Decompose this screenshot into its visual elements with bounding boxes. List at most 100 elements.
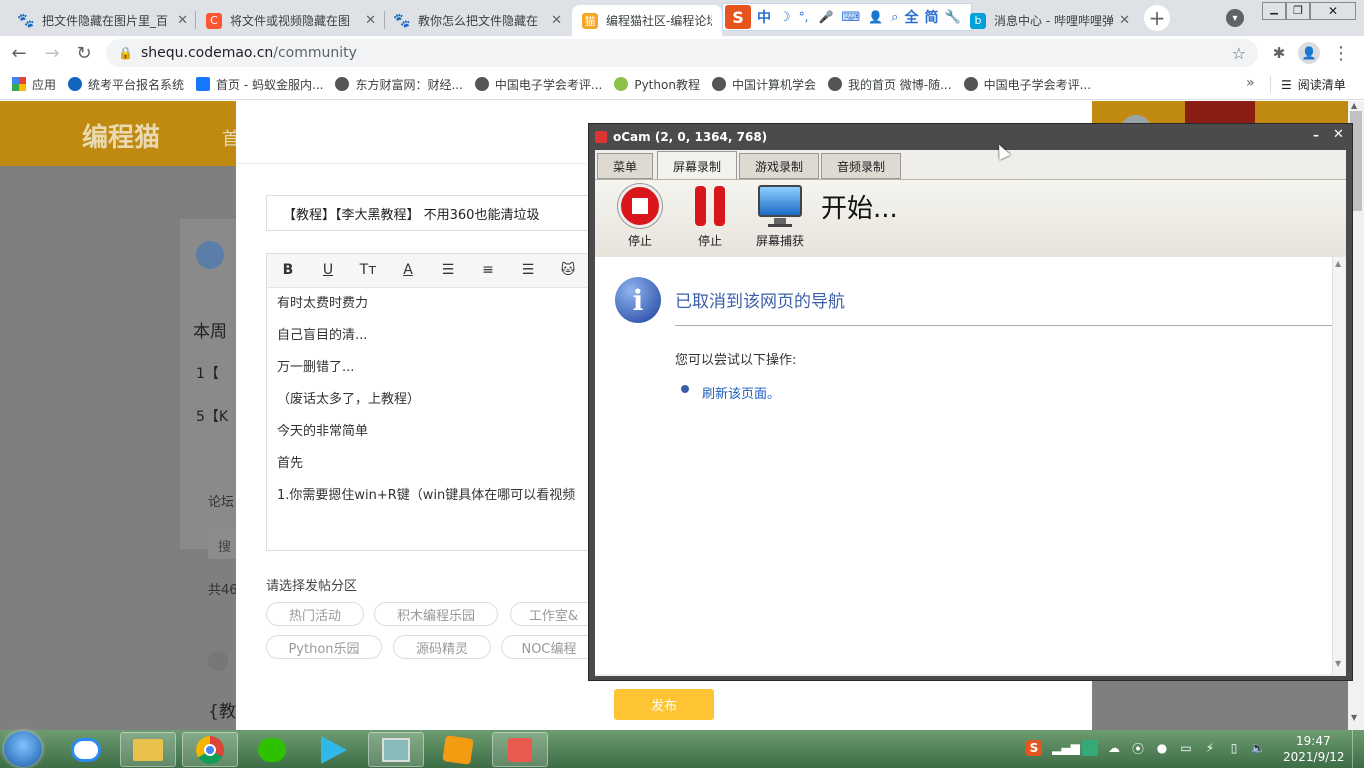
clock-date[interactable]: 2021/9/12: [1283, 750, 1345, 764]
bookmarks-overflow-button[interactable]: »: [1246, 75, 1255, 91]
profile-avatar[interactable]: 👤: [1298, 42, 1320, 64]
cloud-sync-icon[interactable]: ☁: [1106, 740, 1122, 756]
record-icon[interactable]: ⦿: [1130, 740, 1146, 756]
browser-tab-1[interactable]: 🐾 把文件隐藏在图片里_百 ✕: [8, 5, 198, 36]
section-pill[interactable]: Python乐园: [266, 635, 382, 659]
back-button[interactable]: ←: [6, 40, 32, 66]
nvidia-icon[interactable]: [1082, 740, 1098, 756]
network-icon[interactable]: ⚡: [1202, 740, 1218, 756]
sogou-tray-icon[interactable]: S: [1026, 740, 1042, 756]
font-color-icon[interactable]: A: [397, 262, 419, 280]
ime-simplified[interactable]: 简: [924, 7, 938, 27]
section-pill[interactable]: 积木编程乐园: [374, 602, 498, 626]
ocam-stop-button[interactable]: 停止: [610, 184, 670, 254]
moon-icon[interactable]: ☽: [779, 10, 791, 25]
font-size-icon[interactable]: Tт: [357, 262, 379, 280]
rank-5[interactable]: 5【K: [196, 406, 228, 426]
ocam-tab-audio[interactable]: 音频录制: [821, 153, 901, 179]
close-icon[interactable]: ✕: [551, 13, 562, 28]
section-pill[interactable]: 热门活动: [266, 602, 364, 626]
forum-search[interactable]: 搜: [208, 529, 236, 559]
align-left-icon[interactable]: ☰: [437, 262, 459, 280]
scroll-down-arrow[interactable]: ▼: [1351, 713, 1357, 722]
bookmark-item[interactable]: 东方财富网：财经...: [335, 76, 463, 93]
site-logo[interactable]: 编程猫: [82, 117, 160, 154]
address-bar[interactable]: 🔒 shequ.codemao.cn/community ☆: [106, 39, 1258, 67]
ime-fullwidth[interactable]: 全: [904, 7, 918, 27]
taskbar-remote-app[interactable]: [368, 732, 424, 767]
start-button[interactable]: [4, 731, 42, 767]
rich-text-editor[interactable]: B U Tт A ☰ ≡ ☰ 🐱 有时太费时费力 自己盲目的清... 万一删错了…: [266, 253, 597, 551]
clock-time[interactable]: 19:47: [1296, 734, 1331, 748]
forward-button[interactable]: →: [39, 40, 65, 66]
align-center-icon[interactable]: ≡: [477, 262, 499, 280]
wechat-tray-icon[interactable]: ●: [1154, 740, 1170, 756]
ocam-tab-screen[interactable]: 屏幕录制: [657, 151, 737, 180]
rank-1[interactable]: 1【: [196, 363, 219, 383]
section-pill[interactable]: 源码精灵: [393, 635, 491, 659]
align-right-icon[interactable]: ☰: [517, 262, 539, 280]
bold-icon[interactable]: B: [277, 262, 299, 280]
bookmark-item[interactable]: 我的首页 微博-随...: [827, 76, 952, 93]
restore-button[interactable]: ❐: [1286, 2, 1310, 20]
ocam-titlebar[interactable]: oCam (2, 0, 1364, 768) – ✕: [589, 124, 1352, 150]
browser-tab-2[interactable]: C 将文件或视频隐藏在图 ✕: [196, 5, 386, 36]
microphone-icon[interactable]: 🎤: [818, 10, 833, 24]
keyboard-icon[interactable]: ⌨: [841, 10, 860, 25]
signal-icon[interactable]: ▂▄▆: [1052, 740, 1080, 756]
taskbar-wechat[interactable]: [244, 732, 300, 767]
bookmark-item[interactable]: 首页 - 蚂蚁金服内...: [196, 76, 323, 93]
minimize-button[interactable]: ▁: [1262, 2, 1286, 20]
scroll-down-arrow[interactable]: ▼: [1335, 659, 1341, 668]
scroll-up-arrow[interactable]: ▲: [1351, 101, 1357, 110]
section-pill[interactable]: NOC编程: [501, 635, 596, 659]
bookmark-item[interactable]: 中国计算机学会: [711, 76, 816, 93]
ocam-content-scrollbar[interactable]: ▲ ▼: [1332, 257, 1346, 674]
close-window-button[interactable]: ✕: [1310, 2, 1356, 20]
ocam-tab-game[interactable]: 游戏录制: [739, 153, 819, 179]
refresh-link[interactable]: 刷新该页面。: [702, 383, 780, 402]
post-title-input[interactable]: 【教程】【李大黑教程】 不用360也能清垃圾: [266, 195, 596, 231]
user-icon[interactable]: 👤: [868, 10, 883, 24]
close-icon[interactable]: ✕: [1119, 13, 1130, 28]
tab-search-icon[interactable]: ▾: [1226, 9, 1244, 27]
volume-icon[interactable]: 🔈: [1250, 740, 1266, 756]
post-title-left[interactable]: {教: [208, 697, 236, 722]
taskbar-baidu-netdisk[interactable]: [58, 732, 114, 767]
punctuation-icon[interactable]: °,: [799, 10, 809, 24]
ocam-pause-button[interactable]: 停止: [680, 184, 740, 254]
taskbar-chrome[interactable]: [182, 732, 238, 767]
browser-tab-4-active[interactable]: 猫 编程猫社区-编程论坛: [572, 5, 722, 36]
reload-button[interactable]: ↻: [71, 40, 97, 66]
sogou-icon[interactable]: S: [725, 5, 751, 29]
display-icon[interactable]: ▭: [1178, 740, 1194, 756]
bookmark-item[interactable]: Python教程: [614, 76, 700, 93]
taskbar-video-player[interactable]: [306, 732, 362, 767]
taskbar-ocam[interactable]: [492, 732, 548, 767]
close-icon[interactable]: ✕: [177, 13, 188, 28]
bookmark-item[interactable]: 统考平台报名系统: [68, 76, 184, 93]
publish-button[interactable]: 发布: [614, 689, 714, 720]
ocam-tab-menu[interactable]: 菜单: [597, 153, 653, 179]
emoji-cat-icon[interactable]: 🐱: [557, 262, 579, 280]
scroll-up-arrow[interactable]: ▲: [1335, 259, 1341, 268]
ime-chinese-mode[interactable]: 中: [757, 7, 771, 27]
ocam-minimize[interactable]: –: [1313, 128, 1319, 142]
search-icon[interactable]: ⌕: [891, 10, 898, 25]
taskbar-explorer[interactable]: [120, 732, 176, 767]
browser-tab-3[interactable]: 🐾 教你怎么把文件隐藏在 ✕: [384, 5, 572, 36]
reading-list-button[interactable]: ☰ 阅读清单: [1270, 76, 1346, 93]
menu-kebab-icon[interactable]: ⋮: [1328, 40, 1354, 66]
close-icon[interactable]: ✕: [365, 13, 376, 28]
bookmark-item[interactable]: 中国电子学会考评...: [474, 76, 602, 93]
bookmark-star-icon[interactable]: ☆: [1232, 44, 1246, 63]
section-pill[interactable]: 工作室&: [510, 602, 596, 626]
show-desktop-button[interactable]: [1352, 730, 1364, 768]
wrench-icon[interactable]: 🔧: [944, 10, 960, 25]
ocam-close[interactable]: ✕: [1333, 127, 1344, 142]
battery-icon[interactable]: ▯: [1226, 740, 1242, 756]
new-tab-button[interactable]: +: [1144, 5, 1170, 31]
ocam-capture-button[interactable]: 屏幕捕获: [750, 184, 810, 254]
taskbar-game-app[interactable]: [430, 732, 486, 767]
bookmark-item[interactable]: 中国电子学会考评...: [963, 76, 1091, 93]
